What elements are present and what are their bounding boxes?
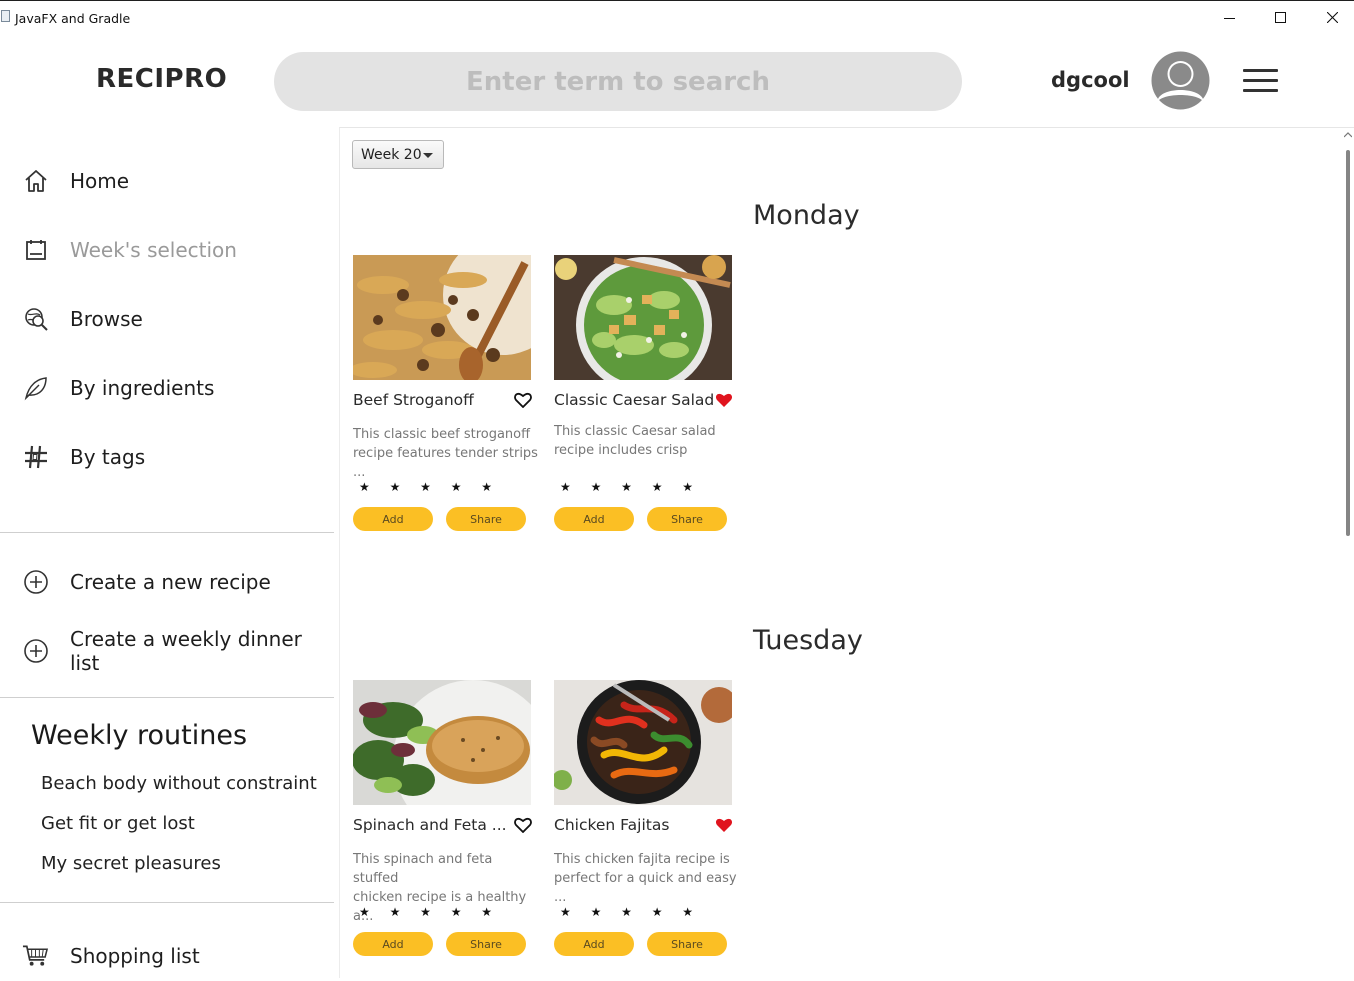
add-button[interactable]: Add [554,932,634,956]
maximize-button[interactable] [1258,5,1304,31]
vertical-scrollbar[interactable] [1342,128,1354,978]
add-button[interactable]: Add [353,932,433,956]
username[interactable]: dgcool [1051,68,1130,92]
routine-item[interactable]: My secret pleasures [41,853,221,874]
recipe-card[interactable]: Chicken Fajitas This chicken fajita reci… [554,680,738,960]
heart-outline-icon[interactable] [514,392,532,409]
sidebar-item-label: Shopping list [70,944,200,968]
scroll-up-icon[interactable] [1344,132,1352,138]
sidebar-item-home[interactable]: Home [0,156,336,206]
share-button[interactable]: Share [647,507,727,531]
recipe-card[interactable]: Spinach and Feta ... This spinach and fe… [353,680,537,960]
sidebar-item-shopping-list[interactable]: Shopping list [0,931,336,981]
recipe-name[interactable]: Spinach and Feta ... [353,816,507,834]
leaf-icon [22,375,49,402]
menu-button[interactable] [1243,69,1279,93]
app-icon [1,10,10,22]
add-button[interactable]: Add [554,507,634,531]
recipe-image[interactable] [554,680,732,805]
home-icon [22,168,49,195]
week-dropdown-value: Week 20 [361,146,422,163]
close-icon [1327,12,1338,23]
sidebar-item-label: Home [70,169,130,193]
close-button[interactable] [1309,5,1354,31]
sidebar-divider [0,697,334,698]
recipe-description: This chicken fajita recipe is perfect fo… [554,852,737,905]
day-heading: Tuesday [753,625,863,656]
sidebar-item-create-weekly-list[interactable]: Create a weekly dinner list [0,626,336,676]
recipe-name[interactable]: Chicken Fajitas [554,816,669,834]
hamburger-icon [1243,69,1278,72]
recipe-image[interactable] [554,255,732,380]
add-button[interactable]: Add [353,507,433,531]
sidebar-item-label: Browse [70,307,143,331]
minimize-button[interactable] [1207,5,1253,31]
sidebar-item-label: Create a weekly dinner list [70,627,302,675]
recipe-description: This classic Caesar salad recipe include… [554,424,716,458]
routine-item[interactable]: Get fit or get lost [41,813,195,834]
rating-stars[interactable]: ★ ★ ★ ★ ★ [560,480,701,494]
sidebar-divider [0,902,334,903]
plus-circle-icon [22,569,49,596]
chevron-down-icon [423,153,433,158]
window-title: JavaFX and Gradle [15,11,131,26]
recipe-card[interactable]: Beef Stroganoff This classic beef stroga… [353,255,538,535]
recipe-name[interactable]: Classic Caesar Salad [554,391,714,409]
rating-stars[interactable]: ★ ★ ★ ★ ★ [359,480,500,494]
app-logo[interactable]: RECIPRO [96,64,227,94]
recipe-description: This classic beef stroganoff recipe feat… [353,427,538,480]
sidebar-item-label: Week's selection [70,238,237,262]
routine-item[interactable]: Beach body without constraint [41,773,317,794]
heart-outline-icon[interactable] [514,817,532,834]
rating-stars[interactable]: ★ ★ ★ ★ ★ [359,905,500,919]
plus-circle-icon [22,638,49,665]
sidebar-item-weeks-selection[interactable]: Week's selection [0,225,336,275]
avatar[interactable] [1151,51,1210,110]
rating-stars[interactable]: ★ ★ ★ ★ ★ [560,905,701,919]
window-titlebar: JavaFX and Gradle [0,0,1354,34]
day-heading: Monday [753,200,860,231]
sidebar-item-by-ingredients[interactable]: By ingredients [0,363,336,413]
sidebar-divider [0,532,334,533]
sidebar-item-label: Create a new recipe [70,570,271,594]
share-button[interactable]: Share [647,932,727,956]
cart-icon [22,943,49,970]
share-button[interactable]: Share [446,507,526,531]
sidebar-item-label: By tags [70,445,146,469]
recipe-image[interactable] [353,255,531,380]
recipe-card[interactable]: Classic Caesar Salad This classic Caesar… [554,255,738,535]
browse-icon [22,306,49,333]
search-input[interactable] [274,52,962,111]
sidebar-item-create-recipe[interactable]: Create a new recipe [0,557,336,607]
recipe-image[interactable] [353,680,531,805]
scrollbar-thumb[interactable] [1346,150,1350,536]
recipe-name[interactable]: Beef Stroganoff [353,391,474,409]
sidebar-item-browse[interactable]: Browse [0,294,336,344]
weekly-routines-heading: Weekly routines [31,720,248,751]
heart-filled-icon[interactable] [715,392,733,408]
share-button[interactable]: Share [446,932,526,956]
hashtag-icon [22,444,49,471]
sidebar-item-by-tags[interactable]: By tags [0,432,336,482]
sidebar-item-label: By ingredients [70,376,215,400]
heart-filled-icon[interactable] [715,817,733,833]
user-avatar-icon [1151,51,1210,110]
calendar-icon [22,237,49,264]
week-dropdown[interactable]: Week 20 [352,140,444,169]
